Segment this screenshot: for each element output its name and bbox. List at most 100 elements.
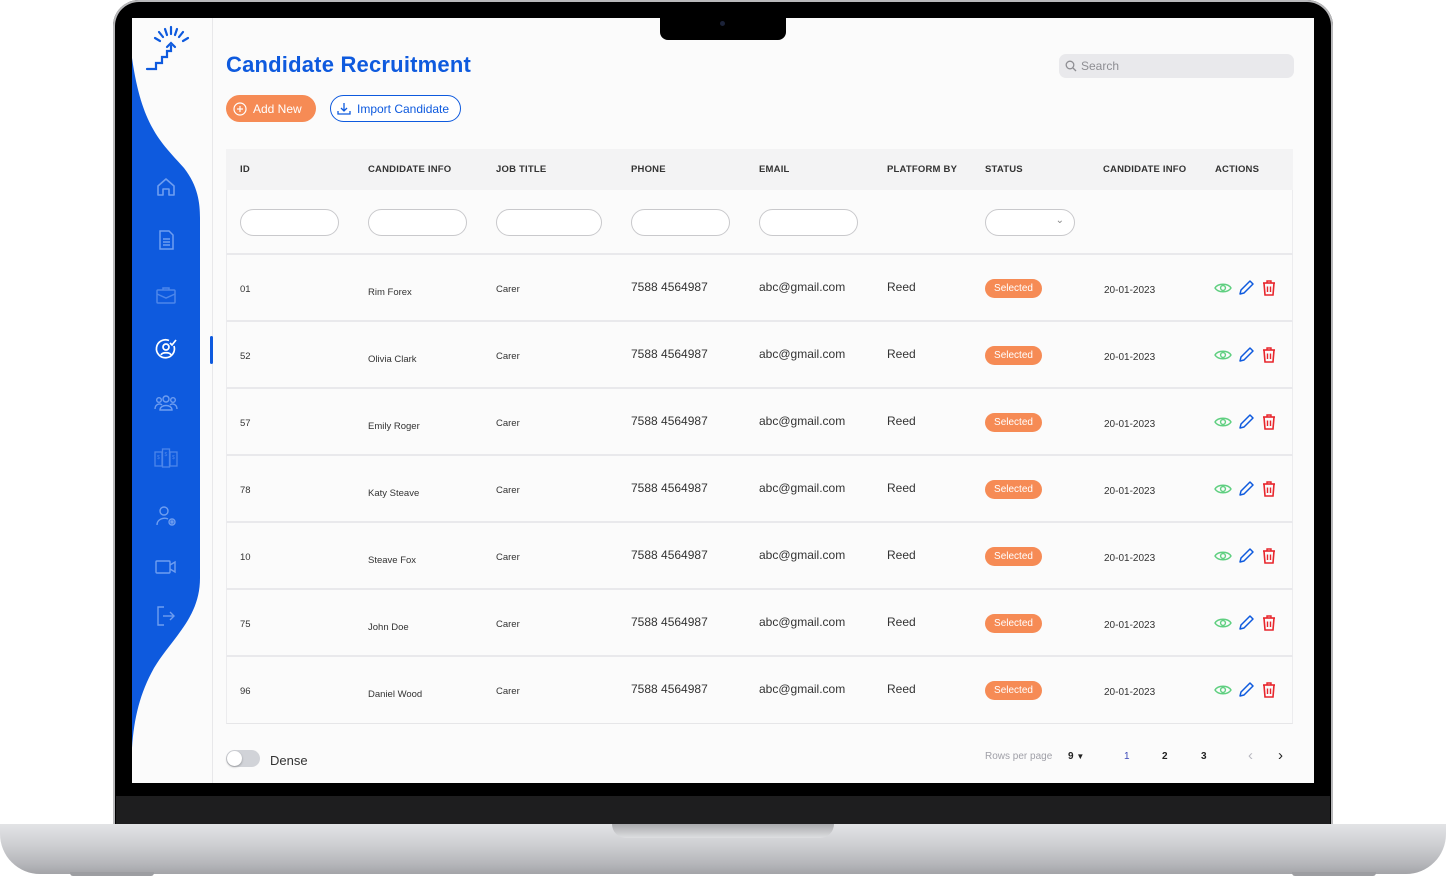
- delete-icon[interactable]: [1260, 547, 1278, 565]
- cell-candidate-name: Daniel Wood: [368, 689, 423, 700]
- svg-text:$: $: [172, 455, 175, 461]
- rows-per-page-select[interactable]: 9 ▼: [1068, 751, 1084, 762]
- delete-icon[interactable]: [1260, 279, 1278, 297]
- import-candidate-label: Import Candidate: [357, 101, 450, 116]
- cell-job-title: Carer: [496, 284, 520, 295]
- cell-date: 20-01-2023: [1104, 285, 1156, 296]
- laptop-groove: [612, 824, 834, 838]
- view-icon[interactable]: [1214, 279, 1232, 297]
- cell-email: abc@gmail.com: [759, 280, 846, 294]
- delete-icon[interactable]: [1260, 413, 1278, 431]
- cell-phone: 7588 4564987: [631, 548, 708, 562]
- svg-text:$: $: [165, 452, 168, 458]
- table-row[interactable]: 57 Emily Roger Carer 7588 4564987 abc@gm…: [226, 389, 1293, 456]
- edit-icon[interactable]: [1237, 346, 1255, 364]
- row-actions: [1214, 346, 1278, 364]
- status-badge: Selected: [985, 681, 1042, 700]
- delete-icon[interactable]: [1260, 681, 1278, 699]
- cell-id: 75: [240, 619, 251, 630]
- cell-date: 20-01-2023: [1104, 553, 1156, 564]
- cell-email: abc@gmail.com: [759, 682, 846, 696]
- delete-icon[interactable]: [1260, 480, 1278, 498]
- table-row[interactable]: 78 Katy Steave Carer 7588 4564987 abc@gm…: [226, 456, 1293, 523]
- user-gear-icon: [156, 506, 176, 526]
- filter-candidate-input[interactable]: [368, 209, 467, 236]
- edit-icon[interactable]: [1237, 547, 1255, 565]
- download-icon: [337, 102, 351, 115]
- cell-phone: 7588 4564987: [631, 347, 708, 361]
- cell-id: 52: [240, 351, 251, 362]
- filter-email-input[interactable]: [759, 209, 858, 236]
- status-badge: Selected: [985, 480, 1042, 499]
- search-box[interactable]: [1059, 54, 1294, 78]
- app-screen: $ $ $ Candidate Recruitment Add New Import…: [132, 18, 1314, 783]
- cell-candidate-name: Olivia Clark: [368, 354, 417, 365]
- page-3-button[interactable]: 3: [1201, 751, 1207, 762]
- laptop-foot: [1292, 872, 1376, 876]
- next-page-icon[interactable]: ›: [1278, 747, 1283, 764]
- cell-date: 20-01-2023: [1104, 687, 1156, 698]
- document-list-icon: [159, 230, 174, 250]
- cell-candidate-name: Rim Forex: [368, 287, 412, 298]
- view-icon[interactable]: [1214, 480, 1232, 498]
- view-icon[interactable]: [1214, 413, 1232, 431]
- cell-job-title: Carer: [496, 552, 520, 563]
- delete-icon[interactable]: [1260, 614, 1278, 632]
- dense-label: Dense: [270, 753, 308, 768]
- table-row[interactable]: 10 Steave Fox Carer 7588 4564987 abc@gma…: [226, 523, 1293, 590]
- cell-date: 20-01-2023: [1104, 620, 1156, 631]
- sidebar-item-documents[interactable]: [150, 224, 182, 256]
- sidebar-item-logout[interactable]: [150, 600, 182, 632]
- sidebar-item-video[interactable]: [150, 551, 182, 583]
- rows-per-page-value: 9: [1068, 751, 1074, 762]
- sidebar-item-jobs[interactable]: [150, 279, 182, 311]
- import-candidate-button[interactable]: Import Candidate: [330, 95, 461, 122]
- table-body: 01 Rim Forex Carer 7588 4564987 abc@gmai…: [226, 255, 1293, 724]
- cell-id: 01: [240, 284, 251, 295]
- laptop-base: [0, 824, 1446, 876]
- dense-toggle[interactable]: [226, 750, 260, 767]
- cell-phone: 7588 4564987: [631, 682, 708, 696]
- edit-icon[interactable]: [1237, 681, 1255, 699]
- filter-job-title-input[interactable]: [496, 209, 602, 236]
- page-1-button[interactable]: 1: [1124, 751, 1130, 762]
- filter-status-select[interactable]: ⌄: [985, 209, 1075, 236]
- view-icon[interactable]: [1214, 346, 1232, 364]
- edit-icon[interactable]: [1237, 614, 1255, 632]
- logo-icon: [145, 25, 190, 71]
- prev-page-icon[interactable]: ‹: [1248, 747, 1253, 764]
- table-row[interactable]: 75 John Doe Carer 7588 4564987 abc@gmail…: [226, 590, 1293, 657]
- active-nav-indicator: [210, 336, 213, 364]
- view-icon[interactable]: [1214, 547, 1232, 565]
- table-row[interactable]: 96 Daniel Wood Carer 7588 4564987 abc@gm…: [226, 657, 1293, 724]
- view-icon[interactable]: [1214, 681, 1232, 699]
- sidebar-item-payroll[interactable]: $ $ $: [150, 442, 182, 474]
- filter-phone-input[interactable]: [631, 209, 730, 236]
- sidebar-item-home[interactable]: [150, 171, 182, 203]
- home-icon: [157, 178, 175, 196]
- table-row[interactable]: 52 Olivia Clark Carer 7588 4564987 abc@g…: [226, 322, 1293, 389]
- cell-date: 20-01-2023: [1104, 486, 1156, 497]
- edit-icon[interactable]: [1237, 279, 1255, 297]
- column-header-candidate-info: CANDIDATE INFO: [368, 164, 452, 175]
- delete-icon[interactable]: [1260, 346, 1278, 364]
- row-actions: [1214, 614, 1278, 632]
- row-actions: [1214, 279, 1278, 297]
- payroll-icon: $ $ $: [154, 448, 178, 468]
- table-row[interactable]: 01 Rim Forex Carer 7588 4564987 abc@gmai…: [226, 255, 1293, 322]
- page-2-button[interactable]: 2: [1162, 751, 1168, 762]
- edit-icon[interactable]: [1237, 480, 1255, 498]
- sidebar-item-recruitment[interactable]: [150, 333, 182, 365]
- sidebar-item-team[interactable]: [150, 387, 182, 419]
- page-title: Candidate Recruitment: [226, 52, 472, 77]
- filter-id-input[interactable]: [240, 209, 339, 236]
- view-icon[interactable]: [1214, 614, 1232, 632]
- chevron-down-icon: ⌄: [1055, 215, 1064, 226]
- svg-text:$: $: [157, 455, 160, 461]
- cell-job-title: Carer: [496, 351, 520, 362]
- add-new-button[interactable]: Add New: [226, 95, 316, 122]
- search-input[interactable]: [1081, 59, 1281, 73]
- sidebar-item-user-settings[interactable]: [150, 500, 182, 532]
- edit-icon[interactable]: [1237, 413, 1255, 431]
- status-badge: Selected: [985, 614, 1042, 633]
